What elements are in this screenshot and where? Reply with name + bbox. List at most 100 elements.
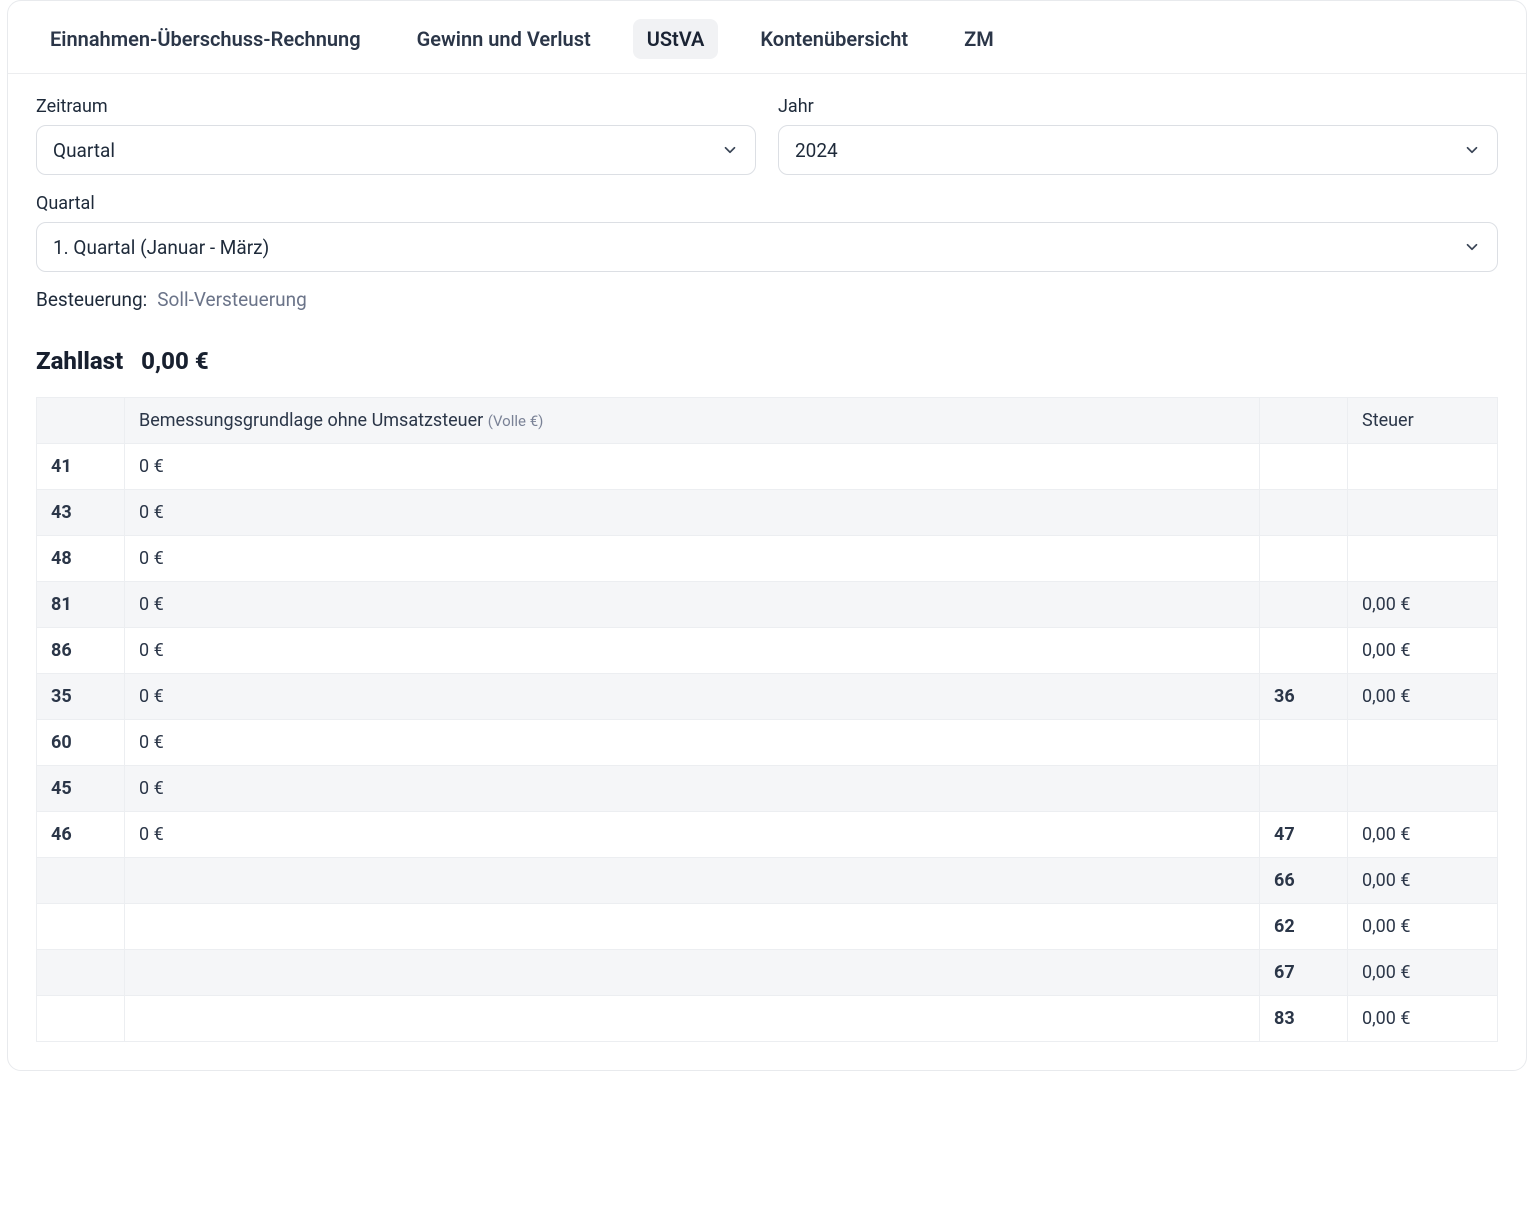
cell-code [37, 904, 125, 950]
col-steuer: Steuer [1348, 398, 1498, 444]
table-row: 600 € [37, 720, 1498, 766]
select-quartal-value: 1. Quartal (Januar - März) [53, 236, 269, 259]
cell-code: 35 [37, 674, 125, 720]
cell-code: 46 [37, 812, 125, 858]
tab-bar: Einnahmen-Überschuss-Rechnung Gewinn und… [8, 1, 1526, 74]
cell-code2 [1260, 490, 1348, 536]
cell-basis: 0 € [125, 720, 1260, 766]
col-basis-label: Bemessungsgrundlage ohne Umsatzsteuer [139, 410, 488, 431]
cell-basis [125, 904, 1260, 950]
taxation-label: Besteuerung: [36, 288, 147, 311]
select-zeitraum[interactable]: Quartal [36, 125, 756, 175]
table-row: 430 € [37, 490, 1498, 536]
col-basis-hint: (Volle €) [488, 412, 544, 430]
table-row: 860 €0,00 € [37, 628, 1498, 674]
chevron-down-icon [1463, 141, 1481, 159]
select-quartal[interactable]: 1. Quartal (Januar - März) [36, 222, 1498, 272]
tab-konten[interactable]: Kontenübersicht [746, 19, 922, 59]
field-zeitraum: Zeitraum Quartal [36, 96, 756, 175]
tab-guv[interactable]: Gewinn und Verlust [403, 19, 605, 59]
tab-euer[interactable]: Einnahmen-Überschuss-Rechnung [36, 19, 375, 59]
zahllast-row: Zahllast 0,00 € [36, 347, 1498, 375]
cell-tax: 0,00 € [1348, 674, 1498, 720]
table-row: 660,00 € [37, 858, 1498, 904]
cell-tax: 0,00 € [1348, 904, 1498, 950]
field-jahr: Jahr 2024 [778, 96, 1498, 175]
taxation-value: Soll-Versteuerung [157, 288, 307, 311]
cell-code [37, 950, 125, 996]
col-basis: Bemessungsgrundlage ohne Umsatzsteuer (V… [125, 398, 1260, 444]
cell-code: 43 [37, 490, 125, 536]
table-row: 620,00 € [37, 904, 1498, 950]
cell-code2 [1260, 720, 1348, 766]
cell-tax [1348, 766, 1498, 812]
cell-basis: 0 € [125, 536, 1260, 582]
chevron-down-icon [1463, 238, 1481, 256]
taxation-row: Besteuerung: Soll-Versteuerung [36, 288, 1498, 311]
ustva-table: Bemessungsgrundlage ohne Umsatzsteuer (V… [36, 397, 1498, 1042]
cell-code2 [1260, 582, 1348, 628]
table-row: 830,00 € [37, 996, 1498, 1042]
select-jahr[interactable]: 2024 [778, 125, 1498, 175]
cell-tax [1348, 444, 1498, 490]
cell-basis [125, 996, 1260, 1042]
label-zeitraum: Zeitraum [36, 96, 756, 117]
table-row: 450 € [37, 766, 1498, 812]
table-row: 810 € 0,00 € [37, 582, 1498, 628]
ustva-panel: Einnahmen-Überschuss-Rechnung Gewinn und… [7, 0, 1527, 1071]
cell-code2: 36 [1260, 674, 1348, 720]
cell-basis [125, 858, 1260, 904]
cell-tax: 0,00 € [1348, 812, 1498, 858]
cell-code2 [1260, 536, 1348, 582]
cell-code2 [1260, 444, 1348, 490]
cell-basis [125, 950, 1260, 996]
cell-code2: 67 [1260, 950, 1348, 996]
cell-code: 48 [37, 536, 125, 582]
select-jahr-value: 2024 [795, 139, 838, 162]
field-quartal: Quartal 1. Quartal (Januar - März) [36, 193, 1498, 272]
cell-tax: 0,00 € [1348, 582, 1498, 628]
tab-zm[interactable]: ZM [950, 19, 1008, 59]
col-code [37, 398, 125, 444]
table-row: 670,00 € [37, 950, 1498, 996]
cell-basis: 0 € [125, 628, 1260, 674]
label-quartal: Quartal [36, 193, 1498, 214]
cell-basis: 0 € [125, 444, 1260, 490]
cell-code: 86 [37, 628, 125, 674]
cell-tax [1348, 536, 1498, 582]
cell-tax [1348, 490, 1498, 536]
cell-basis: 0 € [125, 812, 1260, 858]
col-code2 [1260, 398, 1348, 444]
filters-row-1: Zeitraum Quartal Jahr 2024 [36, 96, 1498, 175]
cell-tax [1348, 720, 1498, 766]
table-row: 410 € [37, 444, 1498, 490]
cell-code2: 83 [1260, 996, 1348, 1042]
cell-code [37, 996, 125, 1042]
cell-code [37, 858, 125, 904]
cell-code: 45 [37, 766, 125, 812]
cell-code2 [1260, 628, 1348, 674]
cell-basis: 0 € [125, 490, 1260, 536]
cell-basis: 0 € [125, 766, 1260, 812]
cell-code2: 66 [1260, 858, 1348, 904]
cell-code2: 47 [1260, 812, 1348, 858]
panel-body: Zeitraum Quartal Jahr 2024 Q [8, 74, 1526, 1070]
cell-code: 81 [37, 582, 125, 628]
table-row: 480 € [37, 536, 1498, 582]
table-header-row: Bemessungsgrundlage ohne Umsatzsteuer (V… [37, 398, 1498, 444]
cell-code2: 62 [1260, 904, 1348, 950]
chevron-down-icon [721, 141, 739, 159]
label-jahr: Jahr [778, 96, 1498, 117]
cell-tax: 0,00 € [1348, 858, 1498, 904]
cell-basis: 0 € [125, 582, 1260, 628]
tab-ustva[interactable]: UStVA [633, 19, 719, 59]
zahllast-value: 0,00 € [141, 347, 209, 375]
table-body: 410 €430 €480 €810 €0,00 €860 €0,00 €350… [37, 444, 1498, 1042]
cell-code: 41 [37, 444, 125, 490]
cell-code: 60 [37, 720, 125, 766]
cell-code2 [1260, 766, 1348, 812]
cell-tax: 0,00 € [1348, 950, 1498, 996]
select-zeitraum-value: Quartal [53, 139, 115, 162]
cell-basis: 0 € [125, 674, 1260, 720]
cell-tax: 0,00 € [1348, 996, 1498, 1042]
